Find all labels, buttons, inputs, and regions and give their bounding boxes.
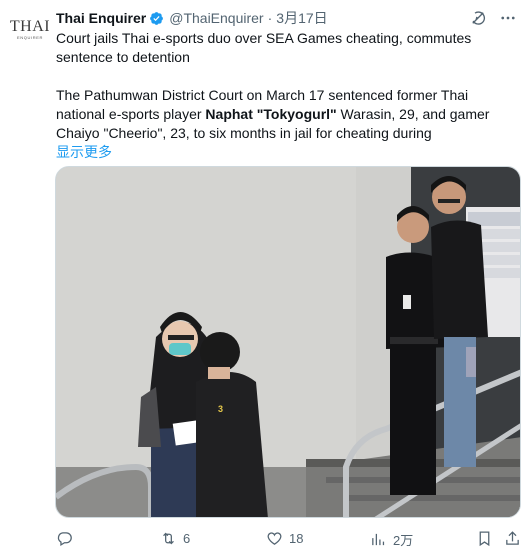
tweet-photo[interactable]: 3 xyxy=(55,166,521,518)
avatar[interactable]: THAI ENQUIRER xyxy=(10,10,50,50)
show-more-link[interactable]: 显示更多 xyxy=(56,143,521,162)
like-icon xyxy=(267,532,282,545)
svg-text:3: 3 xyxy=(218,404,223,414)
tweet-body: The Pathumwan District Court on March 17… xyxy=(56,86,521,143)
avatar-logo-subtext: ENQUIRER xyxy=(17,35,43,40)
tweet-body-bold-name: Naphat "Tokyogurl" xyxy=(205,106,337,122)
header-actions xyxy=(469,9,517,27)
bookmark-button[interactable] xyxy=(476,530,493,547)
retweet-icon xyxy=(163,532,174,545)
reply-icon xyxy=(57,532,72,547)
tweet-headline: Court jails Thai e-sports duo over SEA G… xyxy=(56,30,472,65)
separator-dot: · xyxy=(267,10,273,26)
verified-badge-icon[interactable] xyxy=(149,11,164,26)
tweet-text: Court jails Thai e-sports duo over SEA G… xyxy=(56,29,521,162)
display-name[interactable]: Thai Enquirer xyxy=(56,10,146,26)
grok-icon[interactable] xyxy=(469,9,487,27)
views-button[interactable]: 2万 xyxy=(370,530,413,549)
tweet-header: Thai Enquirer @ThaiEnquirer · 3月17日 xyxy=(56,9,517,27)
retweet-button[interactable]: 6 xyxy=(160,530,190,547)
like-button[interactable]: 18 xyxy=(266,530,303,547)
views-icon xyxy=(372,533,385,546)
more-icon[interactable] xyxy=(499,9,517,27)
retweet-count: 6 xyxy=(183,531,191,546)
user-handle[interactable]: @ThaiEnquirer xyxy=(169,10,263,26)
post-date[interactable]: 3月17日 xyxy=(276,8,327,28)
avatar-logo-text: THAI xyxy=(9,18,51,35)
share-icon xyxy=(506,531,519,545)
share-button[interactable] xyxy=(504,530,521,547)
bookmark-icon xyxy=(479,531,490,547)
reply-button[interactable] xyxy=(56,530,79,547)
like-count: 18 xyxy=(289,531,304,546)
court-photo-illustration: 3 xyxy=(56,167,520,517)
views-count: 2万 xyxy=(393,533,414,548)
tweet-actions: 6 18 2万 xyxy=(56,530,521,550)
